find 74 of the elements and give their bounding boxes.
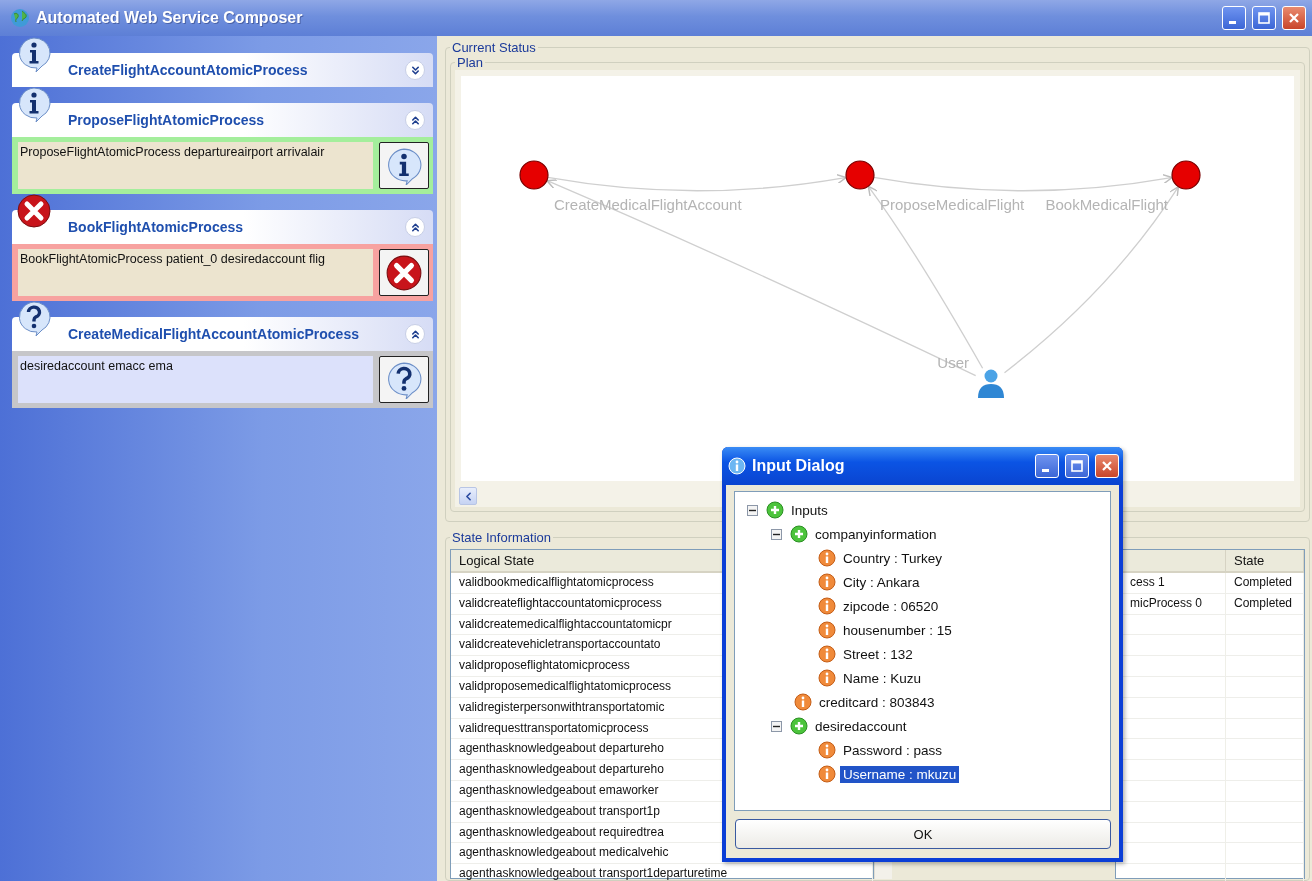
collapse-box[interactable] bbox=[771, 528, 782, 540]
status-button[interactable] bbox=[379, 142, 429, 189]
info-circle-icon bbox=[818, 597, 836, 615]
node-label: BookMedicalFlight bbox=[1045, 196, 1168, 213]
ok-button[interactable]: OK bbox=[735, 819, 1111, 849]
status-button[interactable] bbox=[379, 356, 429, 403]
minimize-icon bbox=[1042, 468, 1049, 472]
collapse-toggle[interactable] bbox=[405, 217, 425, 237]
node-label: CreateMedicalFlightAccount bbox=[554, 196, 742, 213]
info-icon bbox=[385, 146, 423, 185]
window-title: Automated Web Service Composer bbox=[36, 9, 304, 27]
globe-icon bbox=[10, 8, 30, 28]
error-icon bbox=[385, 253, 423, 292]
collapse-toggle[interactable] bbox=[405, 110, 425, 130]
expand-toggle[interactable] bbox=[405, 60, 425, 80]
maximize-icon bbox=[1258, 12, 1270, 24]
close-button[interactable] bbox=[1282, 6, 1306, 30]
info-circle-icon bbox=[818, 669, 836, 687]
node-label: User bbox=[937, 354, 969, 371]
info-circle-icon bbox=[818, 765, 836, 783]
table-cell: Completed bbox=[1226, 593, 1304, 614]
info-circle-icon bbox=[794, 693, 812, 711]
process-header[interactable]: CreateMedicalFlightAccountAtomicProcess bbox=[12, 317, 433, 351]
process-header[interactable]: CreateFlightAccountAtomicProcess bbox=[12, 53, 433, 87]
process-header[interactable]: ProposeFlightAtomicProcess bbox=[12, 103, 433, 137]
tree-item[interactable]: Username : mkuzu bbox=[840, 765, 960, 783]
plus-circle-icon bbox=[766, 501, 784, 519]
table-cell: agenthasknowledgeabout transport1departuretime bbox=[451, 864, 873, 881]
info-circle-icon bbox=[818, 573, 836, 591]
dialog-title: Input Dialog bbox=[752, 457, 846, 475]
info-circle-icon bbox=[818, 621, 836, 639]
plus-circle-icon bbox=[790, 717, 808, 735]
user-icon[interactable] bbox=[978, 369, 1004, 398]
info-circle-icon bbox=[818, 645, 836, 663]
process-header[interactable]: BookFlightAtomicProcess bbox=[12, 210, 433, 244]
question-icon bbox=[16, 300, 52, 336]
process-title: CreateMedicalFlightAccountAtomicProcess bbox=[68, 326, 360, 342]
process-detail: ProposeFlightAtomicProcess departureairport arrivalair bbox=[18, 142, 373, 189]
info-circle-icon bbox=[818, 741, 836, 759]
maximize-icon bbox=[1071, 460, 1083, 472]
group-title: Current Status bbox=[451, 40, 537, 55]
close-button[interactable] bbox=[1095, 454, 1119, 478]
process-detail: desiredaccount emacc ema bbox=[18, 356, 373, 403]
info-icon bbox=[16, 36, 52, 72]
service-node[interactable] bbox=[1171, 160, 1201, 190]
maximize-button[interactable] bbox=[1252, 6, 1276, 30]
node-label: ProposeMedicalFlight bbox=[880, 196, 1025, 213]
collapse-box[interactable] bbox=[747, 504, 758, 516]
info-circle-icon bbox=[818, 549, 836, 567]
close-icon bbox=[1288, 12, 1300, 24]
group-title: Plan bbox=[456, 55, 485, 70]
tree-item[interactable]: companyinformation bbox=[812, 525, 940, 543]
table-cell: Completed bbox=[1226, 572, 1304, 593]
tree-item[interactable]: Inputs bbox=[788, 501, 831, 519]
process-title: BookFlightAtomicProcess bbox=[68, 219, 245, 235]
maximize-button[interactable] bbox=[1065, 454, 1089, 478]
service-node[interactable] bbox=[519, 160, 549, 190]
question-icon bbox=[385, 360, 423, 399]
scroll-left-button[interactable] bbox=[459, 487, 477, 505]
process-title: ProposeFlightAtomicProcess bbox=[68, 112, 266, 128]
info-icon bbox=[16, 86, 52, 122]
minimize-icon bbox=[1229, 20, 1236, 24]
minimize-button[interactable] bbox=[1035, 454, 1059, 478]
collapse-box[interactable] bbox=[771, 720, 782, 732]
status-button[interactable] bbox=[379, 249, 429, 296]
collapse-toggle[interactable] bbox=[405, 324, 425, 344]
service-node[interactable] bbox=[845, 160, 875, 190]
info-icon bbox=[728, 457, 746, 475]
group-title: State Information bbox=[451, 529, 552, 545]
close-icon bbox=[1101, 460, 1113, 472]
process-title: CreateFlightAccountAtomicProcess bbox=[68, 62, 309, 78]
process-detail: BookFlightAtomicProcess patient_0 desiredaccount flig bbox=[18, 249, 373, 296]
plus-circle-icon bbox=[790, 525, 808, 543]
minimize-button[interactable] bbox=[1222, 6, 1246, 30]
